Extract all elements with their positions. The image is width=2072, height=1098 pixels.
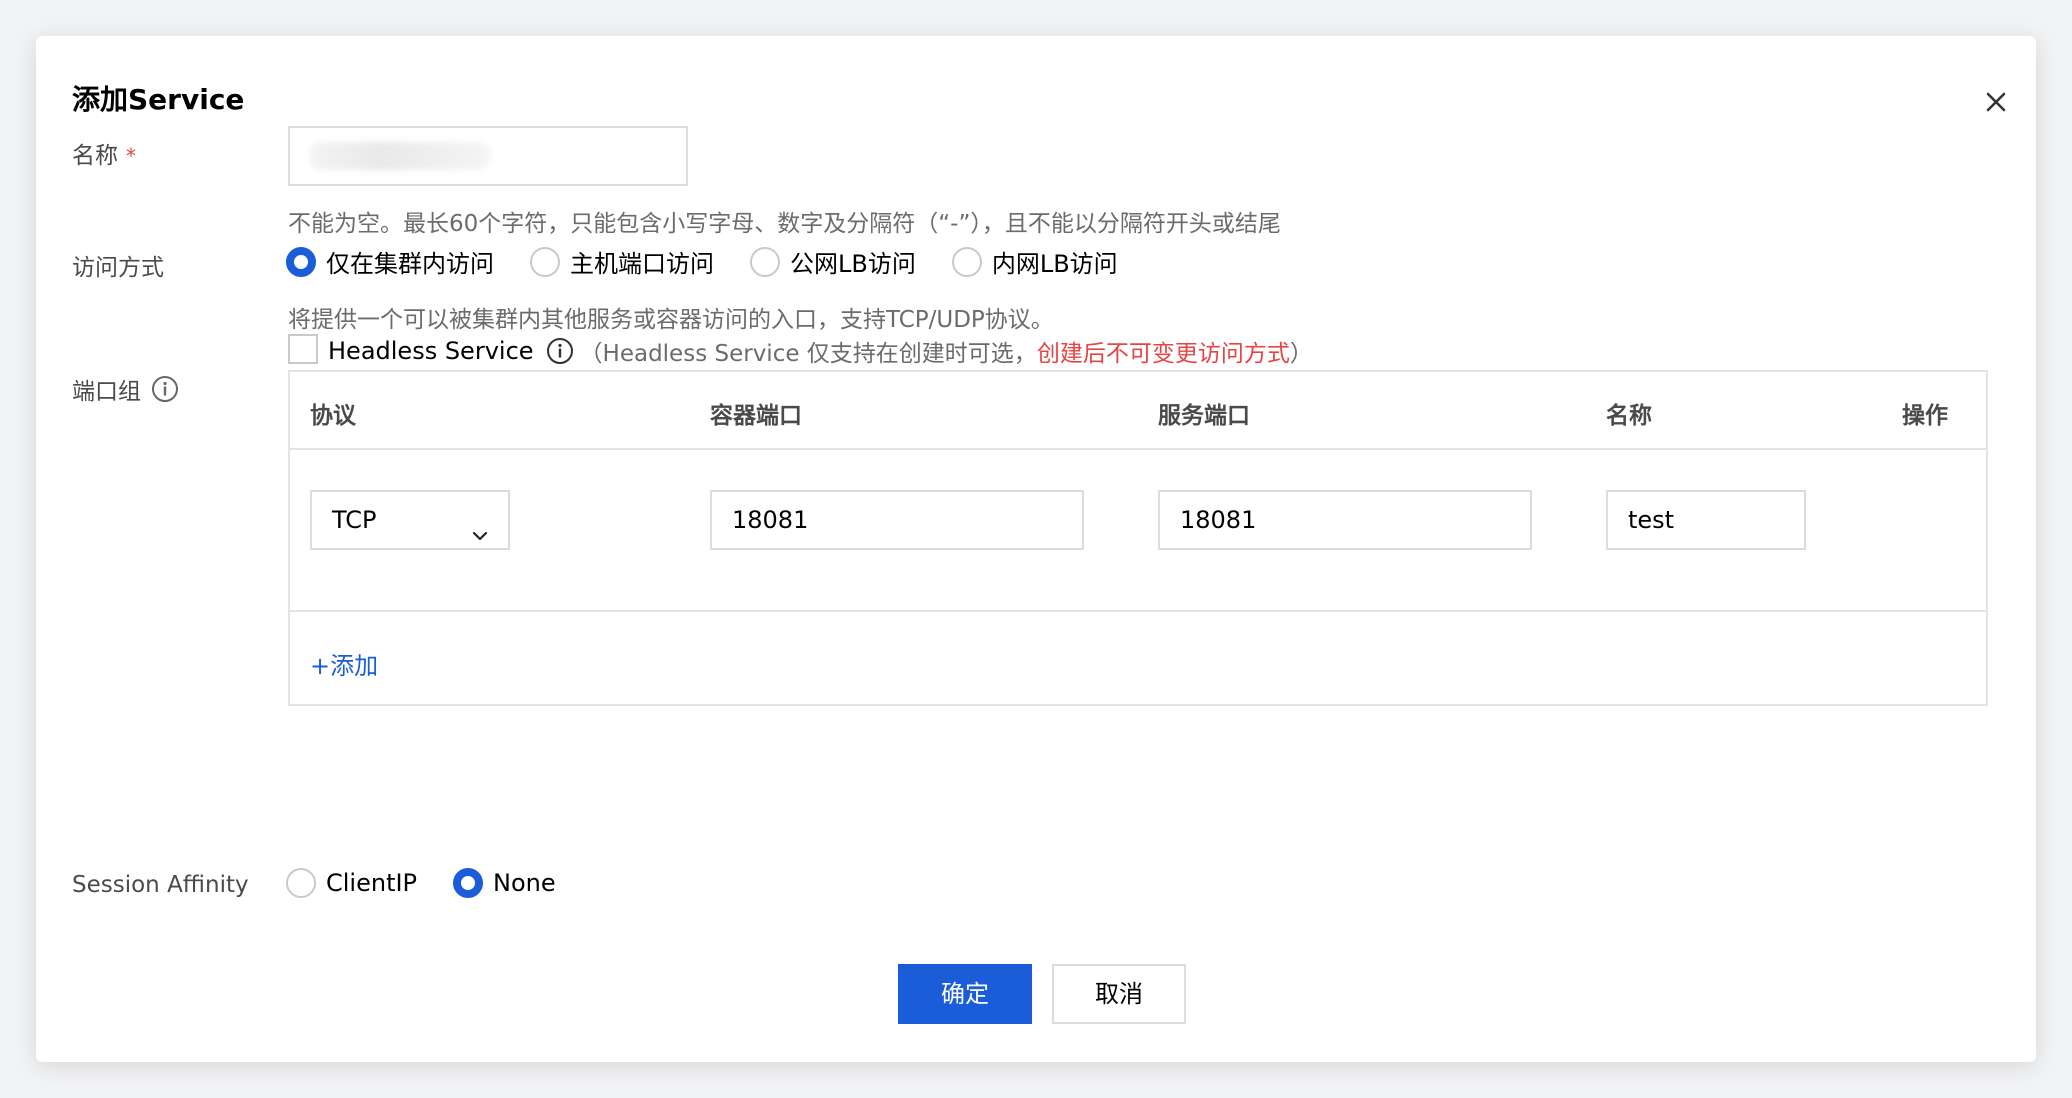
radio-unchecked-icon[interactable] [286, 868, 316, 898]
session-affinity-option-label: ClientIP [326, 869, 418, 897]
radio-unchecked-icon[interactable] [951, 246, 982, 277]
close-icon[interactable] [1976, 82, 2016, 122]
chevron-down-icon [470, 510, 490, 541]
column-header-service-port: 服务端口 [1158, 403, 1250, 429]
name-input[interactable] [288, 126, 688, 186]
name-label: 名称 * [72, 136, 136, 170]
required-mark: * [126, 144, 136, 168]
headless-note-suffix: ） [1289, 341, 1313, 367]
port-group-label-text: 端口组 [72, 379, 141, 405]
container-port-input[interactable]: 18081 [710, 490, 1084, 550]
add-port-link[interactable]: +添加 [310, 646, 378, 681]
access-mode-option-cluster[interactable]: 仅在集群内访问 [286, 244, 494, 279]
session-affinity-option-label: None [493, 869, 556, 897]
access-mode-option-label: 仅在集群内访问 [326, 250, 494, 278]
column-header-protocol: 协议 [310, 403, 356, 429]
name-label-text: 名称 [72, 143, 118, 169]
redacted-name-value [310, 142, 490, 170]
headless-service-row: Headless Service （Headless Service 仅支持在创… [328, 334, 1313, 368]
add-service-dialog: 添加Service 名称 * 不能为空。最长60个字符，只能包含小写字母、数字及分… [36, 36, 2036, 1062]
port-group-label: 端口组 [72, 372, 179, 406]
header-divider [290, 448, 1986, 450]
session-affinity-option-clientip[interactable]: ClientIP [286, 868, 417, 898]
access-mode-option-public-lb[interactable]: 公网LB访问 [750, 244, 916, 279]
info-icon[interactable] [151, 375, 179, 403]
headless-service-label: Headless Service [328, 337, 534, 365]
access-mode-radio-group: 仅在集群内访问 主机端口访问 公网LB访问 内网LB访问 [286, 244, 1154, 279]
radio-unchecked-icon[interactable] [750, 246, 780, 277]
session-affinity-option-none[interactable]: None [453, 868, 556, 898]
headless-note-warning: 创建后不可变更访问方式 [1036, 341, 1290, 367]
column-header-name: 名称 [1606, 403, 1652, 429]
port-name-input[interactable]: test [1606, 490, 1806, 550]
service-port-input[interactable]: 18081 [1158, 490, 1532, 550]
cancel-button[interactable]: 取消 [1052, 964, 1186, 1024]
port-group-table: 协议 容器端口 服务端口 名称 操作 TCP 18081 18081 test … [288, 370, 1988, 706]
radio-checked-icon[interactable] [453, 868, 484, 898]
access-mode-option-label: 主机端口访问 [570, 250, 714, 278]
protocol-select-value: TCP [332, 506, 377, 534]
access-mode-description: 将提供一个可以被集群内其他服务或容器访问的入口，支持TCP/UDP协议。 [288, 307, 1054, 333]
access-mode-option-label: 公网LB访问 [790, 250, 916, 278]
info-icon[interactable] [546, 337, 574, 365]
headless-note-prefix: （Headless Service 仅支持在创建时可选， [579, 341, 1037, 367]
session-affinity-label: Session Affinity [72, 872, 249, 898]
session-affinity-radio-group: ClientIP None [286, 868, 592, 898]
radio-unchecked-icon[interactable] [530, 246, 560, 277]
column-header-actions: 操作 [1902, 403, 1948, 429]
access-mode-option-host-port[interactable]: 主机端口访问 [530, 244, 714, 279]
row-divider [290, 610, 1986, 612]
radio-checked-icon[interactable] [286, 246, 316, 277]
name-hint: 不能为空。最长60个字符，只能包含小写字母、数字及分隔符（“-”），且不能以分隔… [288, 211, 1281, 237]
protocol-select[interactable]: TCP [310, 490, 510, 550]
column-header-container-port: 容器端口 [710, 403, 802, 429]
dialog-title: 添加Service [72, 83, 245, 116]
headless-service-note: （Headless Service 仅支持在创建时可选，创建后不可变更访问方式） [580, 334, 1313, 368]
access-mode-option-label: 内网LB访问 [991, 250, 1118, 278]
access-mode-label: 访问方式 [72, 255, 164, 281]
headless-service-checkbox[interactable] [288, 334, 318, 364]
access-mode-option-private-lb[interactable]: 内网LB访问 [951, 244, 1118, 279]
confirm-button[interactable]: 确定 [898, 964, 1032, 1024]
